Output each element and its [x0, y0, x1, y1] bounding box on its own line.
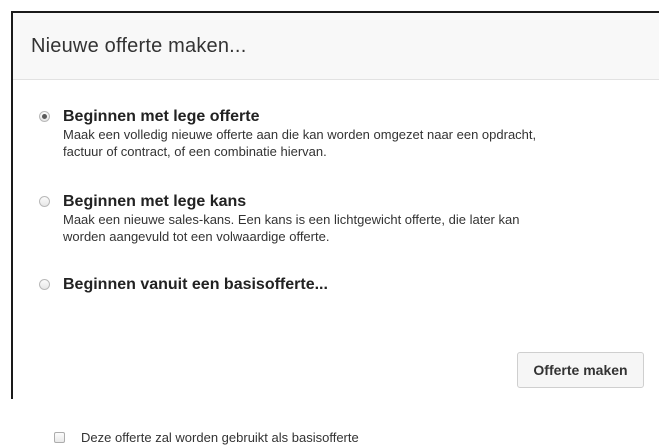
base-quote-checkbox-row[interactable]: Deze offerte zal worden gebruikt als bas…: [54, 430, 359, 445]
radio-from-base-quote[interactable]: [39, 279, 50, 290]
base-quote-checkbox[interactable]: [54, 432, 65, 443]
base-quote-checkbox-label[interactable]: Deze offerte zal worden gebruikt als bas…: [81, 430, 359, 445]
radio-empty-quote[interactable]: [39, 111, 50, 122]
option-title: Beginnen vanuit een basisofferte...: [63, 276, 328, 293]
option-description: worden aangevuld tot een volwaardige off…: [63, 229, 330, 244]
option-title: Beginnen met lege kans: [63, 193, 247, 210]
option-from-base-quote[interactable]: Beginnen vanuit een basisofferte...: [39, 275, 633, 294]
option-empty-opportunity-text: Beginnen met lege kans Maak een nieuwe s…: [63, 192, 633, 245]
new-quote-dialog: Nieuwe offerte maken... Beginnen met leg…: [11, 11, 659, 445]
option-title: Beginnen met lege offerte: [63, 108, 260, 125]
option-from-base-quote-text: Beginnen vanuit een basisofferte...: [63, 275, 633, 294]
option-description: factuur of contract, of een combinatie h…: [63, 144, 327, 159]
option-empty-quote-text: Beginnen met lege offerte Maak een volle…: [63, 107, 633, 160]
create-quote-button[interactable]: Offerte maken: [517, 352, 644, 388]
option-empty-opportunity[interactable]: Beginnen met lege kans Maak een nieuwe s…: [39, 192, 633, 245]
dialog-title: Nieuwe offerte maken...: [31, 34, 247, 57]
option-description: Maak een volledig nieuwe offerte aan die…: [63, 127, 537, 142]
option-empty-quote[interactable]: Beginnen met lege offerte Maak een volle…: [39, 107, 633, 160]
dialog-header: Nieuwe offerte maken...: [13, 13, 659, 80]
radio-empty-opportunity[interactable]: [39, 196, 50, 207]
option-description: Maak een nieuwe sales-kans. Een kans is …: [63, 212, 520, 227]
